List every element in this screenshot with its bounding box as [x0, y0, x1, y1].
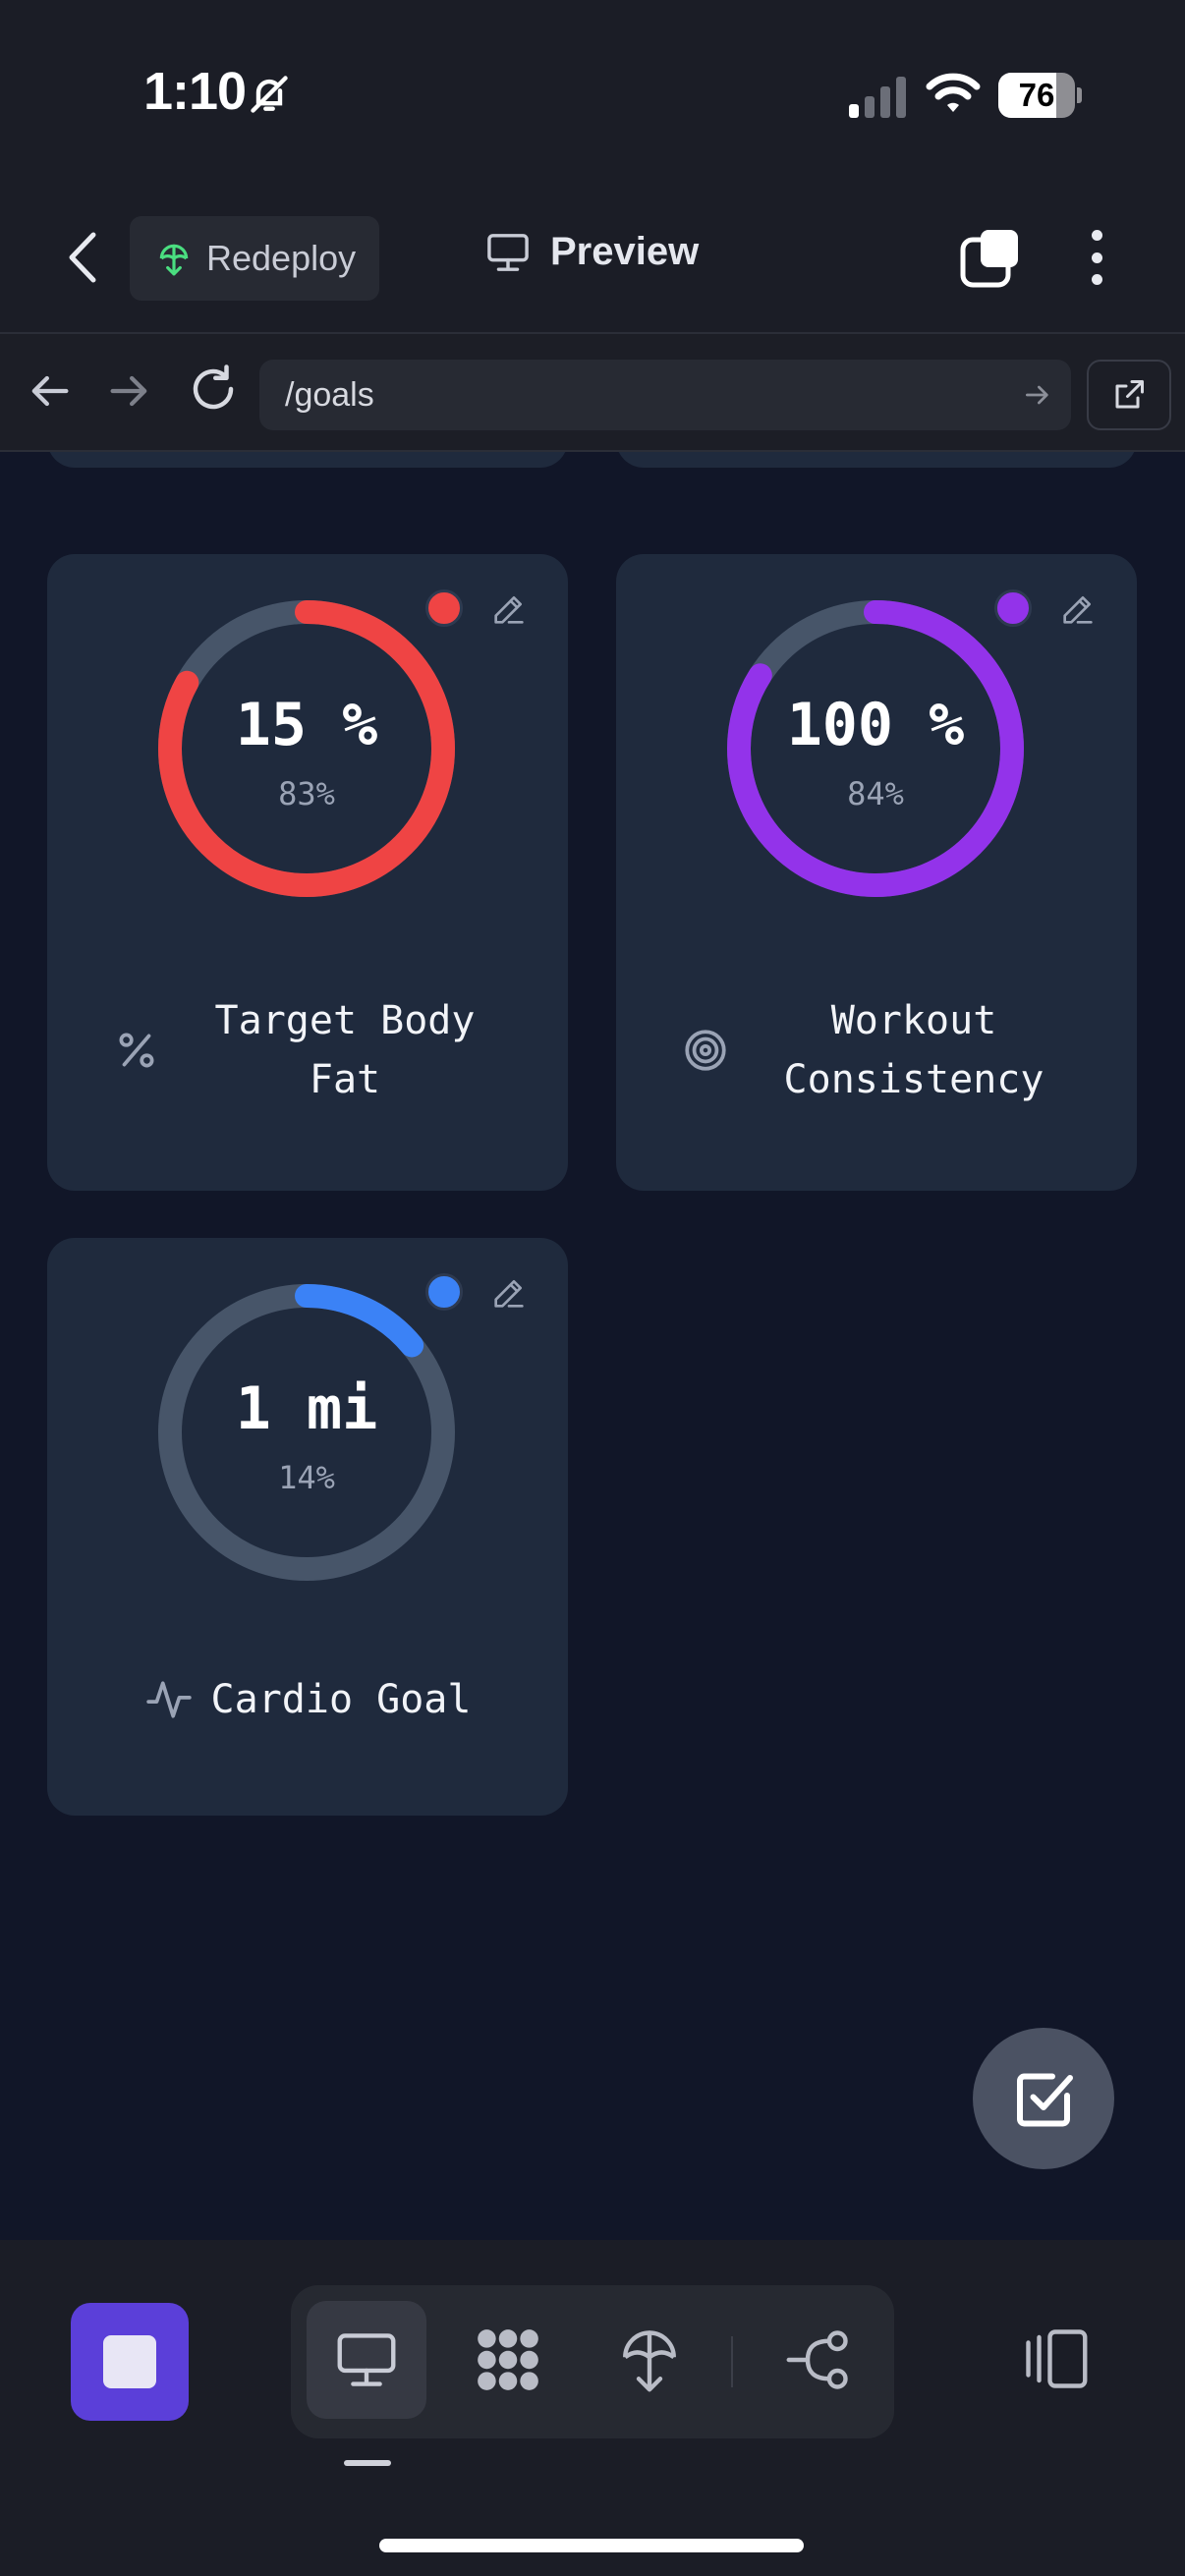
percent-icon: [119, 1033, 154, 1068]
more-menu-button[interactable]: [1077, 226, 1116, 289]
arrow-left-icon[interactable]: [24, 365, 75, 417]
goal-progress-percent: 14%: [278, 1459, 335, 1496]
goal-title: Target Body Fat: [214, 998, 476, 1102]
color-dot[interactable]: [994, 589, 1032, 627]
goal-label: Target Body Fat: [86, 986, 529, 1114]
battery-indicator: 76: [998, 73, 1082, 118]
goal-card[interactable]: 100 % 84% Workout Consistency: [616, 554, 1137, 1191]
workflow-icon: [786, 2330, 848, 2389]
bottom-toolbar: [0, 2240, 1185, 2576]
goal-card-partial: [47, 452, 568, 468]
progress-ring: 15 % 83%: [156, 598, 457, 899]
goal-progress-percent: 84%: [847, 775, 904, 812]
activity-icon: [145, 1681, 192, 1718]
app-header: Redeploy Preview: [0, 187, 1185, 334]
copy-icon[interactable]: [959, 226, 1022, 289]
deploy-tool-button[interactable]: [590, 2301, 709, 2419]
url-text: /goals: [285, 376, 374, 414]
bell-muted-icon: [251, 76, 288, 113]
goal-value: 15 %: [235, 691, 378, 759]
goal-label: Workout Consistency: [655, 986, 1098, 1114]
preview-label: Preview: [550, 230, 700, 273]
layout-toggle-button[interactable]: [1016, 2305, 1095, 2413]
stop-button[interactable]: [71, 2303, 189, 2421]
redeploy-label: Redeploy: [206, 238, 357, 278]
deploy-icon: [159, 244, 189, 276]
home-indicator: [379, 2539, 804, 2552]
goal-value: 1 mi: [235, 1374, 378, 1443]
goal-progress-percent: 83%: [278, 775, 335, 812]
apps-tool-button[interactable]: [448, 2301, 568, 2419]
stop-icon: [103, 2335, 156, 2388]
dot-icon: [1091, 274, 1102, 285]
chevron-left-icon: [69, 232, 96, 283]
dot-icon: [1091, 230, 1102, 241]
deploy-icon: [623, 2330, 676, 2392]
back-button[interactable]: [55, 226, 110, 289]
dot-icon: [1091, 252, 1102, 263]
progress-ring: 100 % 84%: [725, 598, 1026, 899]
redeploy-button[interactable]: Redeploy: [130, 216, 379, 301]
color-dot[interactable]: [425, 589, 463, 627]
monitor-icon: [487, 233, 529, 271]
status-time: 1:10: [143, 62, 247, 121]
goal-value: 100 %: [786, 691, 965, 759]
preview-tab[interactable]: Preview: [485, 230, 699, 274]
add-goal-fab[interactable]: [973, 2028, 1114, 2169]
go-arrow-icon[interactable]: [1022, 379, 1053, 411]
arrow-right-icon[interactable]: [104, 365, 155, 417]
edit-pencil-icon[interactable]: [1058, 589, 1098, 629]
goal-title: Cardio Goal: [210, 1677, 472, 1722]
color-dot[interactable]: [425, 1273, 463, 1311]
wifi-icon: [926, 73, 981, 112]
signal-icon: [849, 77, 906, 118]
url-bar: /goals: [0, 334, 1185, 452]
external-link-icon: [1115, 380, 1144, 409]
goal-card[interactable]: 15 % 83% Target Body Fat: [47, 554, 568, 1191]
view-switcher: [291, 2285, 894, 2438]
workflow-tool-button[interactable]: [759, 2301, 878, 2419]
active-tab-indicator: [344, 2460, 391, 2466]
open-external-button[interactable]: [1087, 360, 1171, 430]
goal-title: Workout Consistency: [783, 998, 1044, 1102]
progress-ring: 1 mi 14%: [156, 1282, 457, 1583]
goal-card[interactable]: 1 mi 14% Cardio Goal: [47, 1238, 568, 1816]
goals-page: 15 % 83% Target Body Fat 100 % 84% Worko…: [0, 452, 1185, 2240]
reload-icon[interactable]: [187, 362, 240, 417]
edit-pencil-icon[interactable]: [489, 1273, 529, 1313]
status-bar: 1:10 76: [0, 0, 1185, 187]
goal-label: Cardio Goal: [86, 1651, 529, 1749]
toolbar-divider: [731, 2336, 733, 2387]
url-input[interactable]: /goals: [259, 360, 1071, 430]
goal-card-partial: [616, 452, 1137, 468]
target-icon: [685, 1030, 726, 1071]
grid-icon: [478, 2329, 538, 2390]
preview-tool-button[interactable]: [307, 2301, 426, 2419]
battery-level: 76: [1018, 77, 1055, 113]
monitor-icon: [337, 2333, 396, 2386]
checkbox-icon: [1017, 2073, 1073, 2127]
edit-pencil-icon[interactable]: [489, 589, 529, 629]
panel-layout-icon: [1026, 2329, 1088, 2388]
